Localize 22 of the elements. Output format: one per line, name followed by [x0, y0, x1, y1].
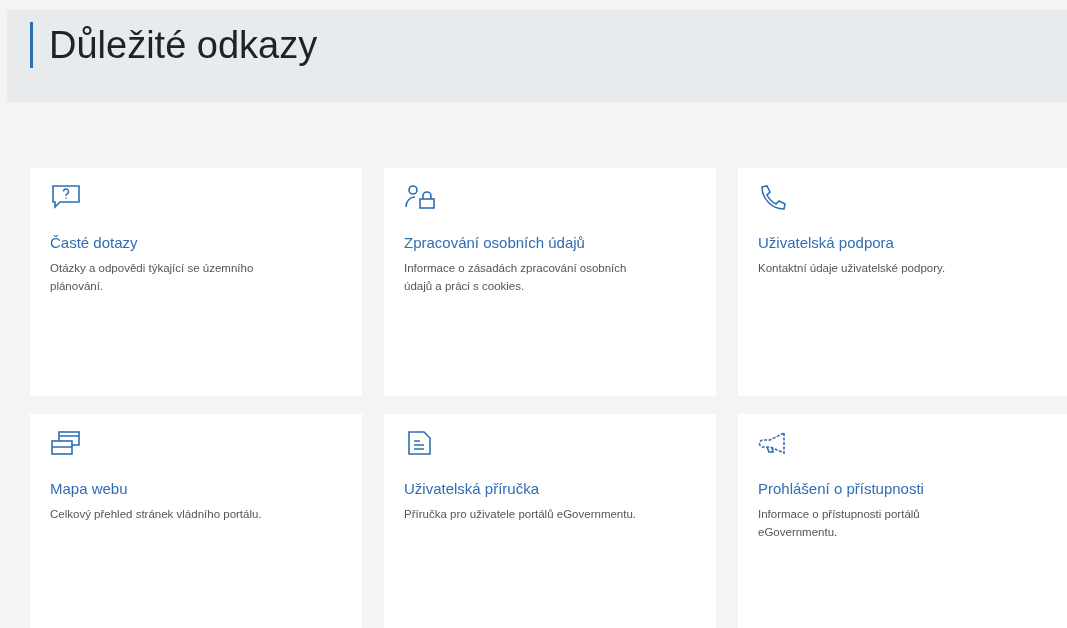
link-card[interactable]: Zpracování osobních údajů Informace o zásadách zpracování osobních údajů a práci s cookies. — [384, 168, 716, 396]
question-bubble-icon — [50, 184, 82, 210]
stacked-windows-icon — [50, 430, 82, 456]
card-title: Časté dotazy — [50, 234, 138, 251]
card-description: Kontaktní údaje uživatelské podpory. — [758, 261, 947, 276]
link-card[interactable]: Mapa webu Celkový přehled stránek vládního portálu. — [30, 414, 362, 628]
card-description: Příručka pro uživatele portálů eGovernmentu. — [404, 507, 638, 522]
card-title: Uživatelská příručka — [404, 480, 540, 497]
link-card[interactable]: Časté dotazy Otázky a odpovědi týkající se územního plánování. — [30, 168, 362, 396]
page-title: Důležité odkazy — [30, 22, 318, 68]
card-description: Informace o zásadách zpracování osobních údajů a práci s cookies. — [404, 261, 628, 294]
link-card[interactable]: Uživatelská podpora Kontaktní údaje uživatelské podpory. — [738, 168, 1067, 396]
card-title: Uživatelská podpora — [758, 234, 894, 251]
card-description: Celkový přehled stránek vládního portálu. — [50, 507, 263, 522]
card-title: Mapa webu — [50, 480, 128, 497]
card-description: Informace o přístupnosti portálů eGovernmentu. — [758, 507, 921, 540]
person-lock-icon — [404, 184, 438, 210]
link-card[interactable]: Uživatelská příručka Příručka pro uživatele portálů eGovernmentu. — [384, 414, 716, 628]
card-title: Prohlášení o přístupnosti — [758, 480, 924, 497]
card-description: Otázky a odpovědi týkající se územního plánování. — [50, 261, 255, 294]
link-card[interactable]: Prohlášení o přístupnosti Informace o přístupnosti portálů eGovernmentu. — [738, 414, 1067, 628]
card-title: Zpracování osobních údajů — [404, 234, 585, 251]
